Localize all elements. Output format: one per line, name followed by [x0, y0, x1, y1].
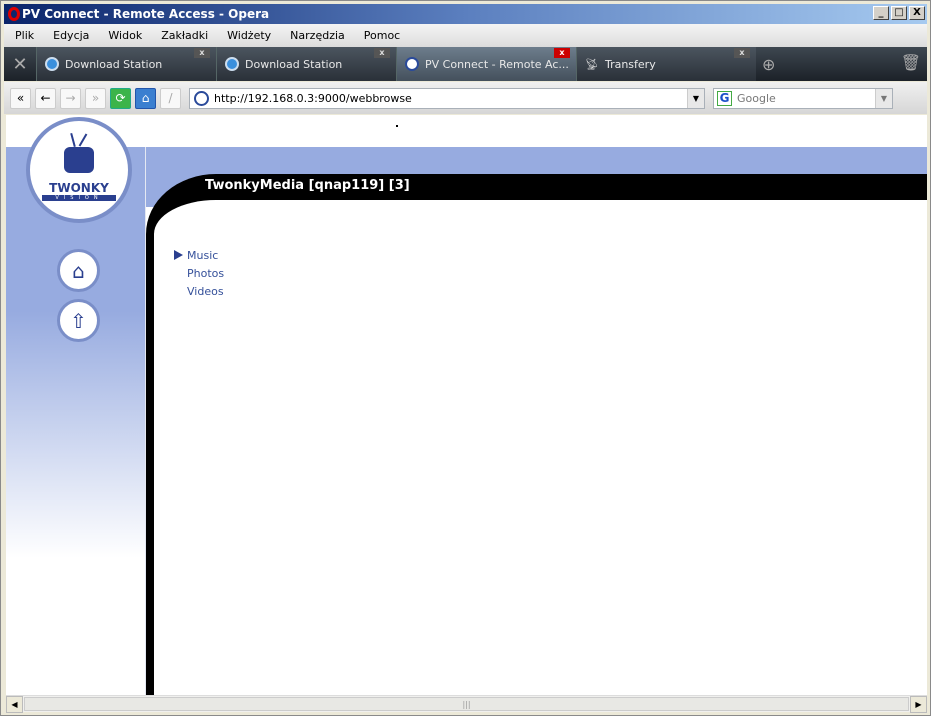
- page-title: TwonkyMedia [qnap119] [3]: [205, 178, 410, 193]
- address-field[interactable]: http://192.168.0.3:9000/webbrowse ▼: [189, 87, 705, 109]
- tab-close-button[interactable]: x: [374, 48, 390, 58]
- tab-label: PV Connect - Remote Ac...: [425, 57, 569, 71]
- menu-plik[interactable]: Plik: [4, 29, 42, 42]
- forward-icon[interactable]: →: [60, 87, 81, 109]
- twonky-logo[interactable]: TWONKY VISION: [26, 117, 132, 223]
- tab-close-button[interactable]: x: [194, 48, 210, 58]
- tab-close-button[interactable]: x: [734, 48, 750, 58]
- tab-bar: ✕ Download Station x Download Station x PV…: [4, 47, 927, 81]
- back-icon[interactable]: ←: [35, 87, 56, 109]
- minimize-button[interactable]: _: [873, 6, 889, 20]
- trash-icon[interactable]: 🗑︎: [901, 53, 921, 72]
- chevron-down-icon[interactable]: ▼: [875, 88, 892, 108]
- tab-pv-connect[interactable]: PV Connect - Remote Ac... x: [396, 47, 576, 81]
- tab-download-station-1[interactable]: Download Station x: [36, 47, 216, 81]
- new-tab-button[interactable]: ⊕: [756, 47, 796, 81]
- home-icon: ⌂: [72, 258, 85, 283]
- menu-widok[interactable]: Widok: [97, 29, 150, 42]
- logo-text: TWONKY: [49, 181, 109, 195]
- edit-icon[interactable]: /: [160, 87, 181, 109]
- navigation-bar: « ← → » ⟳ ⌂ / http://192.168.0.3:9000/we…: [4, 82, 927, 114]
- tv-icon: [64, 147, 94, 173]
- tab-label: Transfery: [604, 57, 656, 71]
- window-title: PV Connect - Remote Access - Opera: [22, 7, 270, 21]
- tab-label: Download Station: [65, 57, 163, 71]
- content-frame: [146, 174, 927, 695]
- site-favicon-icon: [194, 90, 209, 106]
- search-placeholder: Google: [737, 91, 776, 105]
- sidebar: [6, 147, 146, 695]
- url-text: http://192.168.0.3:9000/webbrowse: [214, 91, 412, 105]
- menu-narzedzia[interactable]: Narzędzia: [279, 29, 353, 42]
- tools-icon[interactable]: ✕: [4, 47, 36, 81]
- menu-pomoc[interactable]: Pomoc: [353, 29, 408, 42]
- menu-zakladki[interactable]: Zakładki: [150, 29, 216, 42]
- tab-download-station-2[interactable]: Download Station x: [216, 47, 396, 81]
- home-icon[interactable]: ⌂: [135, 87, 156, 109]
- qnap-icon: [45, 57, 59, 71]
- logo-subtext: VISION: [42, 195, 116, 201]
- horizontal-scrollbar[interactable]: ◀ ||| ▶: [6, 695, 927, 713]
- arrow-up-icon: ⇧: [70, 308, 87, 333]
- menu-edycja[interactable]: Edycja: [42, 29, 97, 42]
- list-item-videos[interactable]: Videos: [174, 283, 224, 301]
- rewind-icon[interactable]: «: [10, 87, 31, 109]
- scroll-left-icon[interactable]: ◀: [6, 696, 23, 713]
- browser-window: PV Connect - Remote Access - Opera _ □ X…: [0, 0, 931, 716]
- maximize-button[interactable]: □: [891, 6, 907, 20]
- opera-logo-icon: [8, 7, 20, 21]
- menu-widzety[interactable]: Widżety: [216, 29, 279, 42]
- fast-forward-icon[interactable]: »: [85, 87, 106, 109]
- list-item-photos[interactable]: Photos: [174, 265, 224, 283]
- tab-close-button[interactable]: x: [554, 48, 570, 58]
- close-button[interactable]: X: [909, 6, 925, 20]
- home-button[interactable]: ⌂: [57, 249, 100, 292]
- media-list: Music Photos Videos: [174, 247, 224, 301]
- satellite-icon: 📡︎: [585, 57, 599, 71]
- scroll-thumb[interactable]: |||: [24, 697, 909, 711]
- google-icon: G: [717, 90, 732, 106]
- tab-label: Download Station: [245, 57, 343, 71]
- chevron-down-icon[interactable]: ▼: [687, 88, 704, 108]
- twonky-icon: [405, 57, 419, 71]
- scroll-right-icon[interactable]: ▶: [910, 696, 927, 713]
- page-content: TWONKY VISION ⌂ ⇧ TwonkyMedia [qnap119] …: [6, 115, 927, 695]
- list-item-music[interactable]: Music: [174, 247, 224, 265]
- title-bar: PV Connect - Remote Access - Opera _ □ X: [4, 4, 927, 24]
- menu-bar: Plik Edycja Widok Zakładki Widżety Narzę…: [4, 24, 927, 47]
- qnap-icon: [225, 57, 239, 71]
- search-input[interactable]: G Google ▼: [713, 87, 893, 109]
- reload-icon[interactable]: ⟳: [110, 87, 131, 109]
- up-button[interactable]: ⇧: [57, 299, 100, 342]
- tab-transfery[interactable]: 📡︎ Transfery x: [576, 47, 756, 81]
